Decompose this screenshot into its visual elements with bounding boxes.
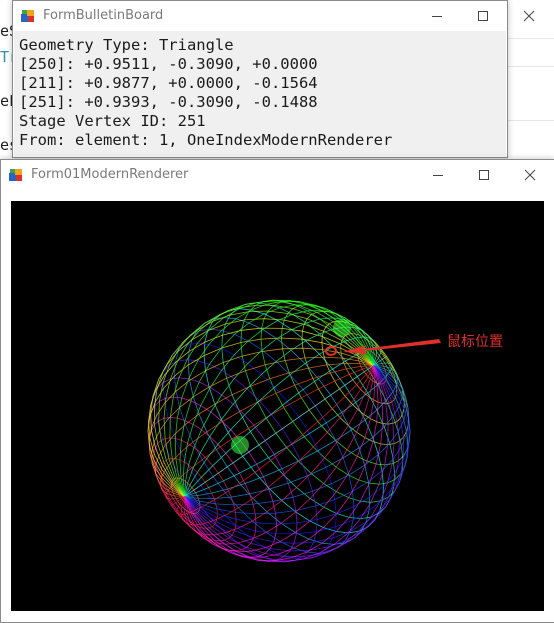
renderer-titlebar[interactable]: Form01ModernRenderer [1,160,554,190]
app-icon [9,169,22,181]
bulletin-titlebar[interactable]: FormBulletinBoard [13,1,535,31]
bulletin-board-window: FormBulletinBoard Geometry Type: Triangl… [12,0,535,158]
window-title: FormBulletinBoard [43,8,164,23]
maximize-icon [479,170,489,180]
bulletin-line: [250]: +0.9511, -0.3090, +0.0000 [19,55,318,73]
window-title: Form01ModernRenderer [31,167,189,182]
bulletin-line: [211]: +0.9877, +0.0000, -0.1564 [19,74,318,92]
maximize-icon [478,11,488,21]
minimize-button[interactable] [414,1,460,31]
maximize-button[interactable] [460,1,506,31]
maximize-button[interactable] [461,160,507,190]
render-canvas[interactable]: 鼠标位置 [11,201,544,611]
annotation-label: 鼠标位置 [447,334,503,350]
pole-highlight [231,436,249,454]
minimize-icon [432,16,442,17]
app-icon [21,10,34,22]
renderer-window: Form01ModernRenderer 鼠标位置 [0,159,554,623]
minimize-button[interactable] [415,160,461,190]
bulletin-line: [251]: +0.9393, -0.3090, -0.1488 [19,93,318,111]
close-icon [523,10,535,22]
bulletin-text-area[interactable]: Geometry Type: Triangle [250]: +0.9511, … [14,31,506,156]
bulletin-line: From: element: 1, OneIndexModernRenderer [19,131,393,149]
close-button[interactable] [507,160,553,190]
wireframe-lines [147,299,411,563]
wireframe-sphere: 鼠标位置 [147,299,503,563]
close-button[interactable] [506,1,552,31]
close-icon [524,169,536,181]
pole-highlight [333,319,351,337]
bulletin-line: Geometry Type: Triangle [19,36,234,54]
bulletin-line: Stage Vertex ID: 251 [19,112,206,130]
minimize-icon [433,175,443,176]
